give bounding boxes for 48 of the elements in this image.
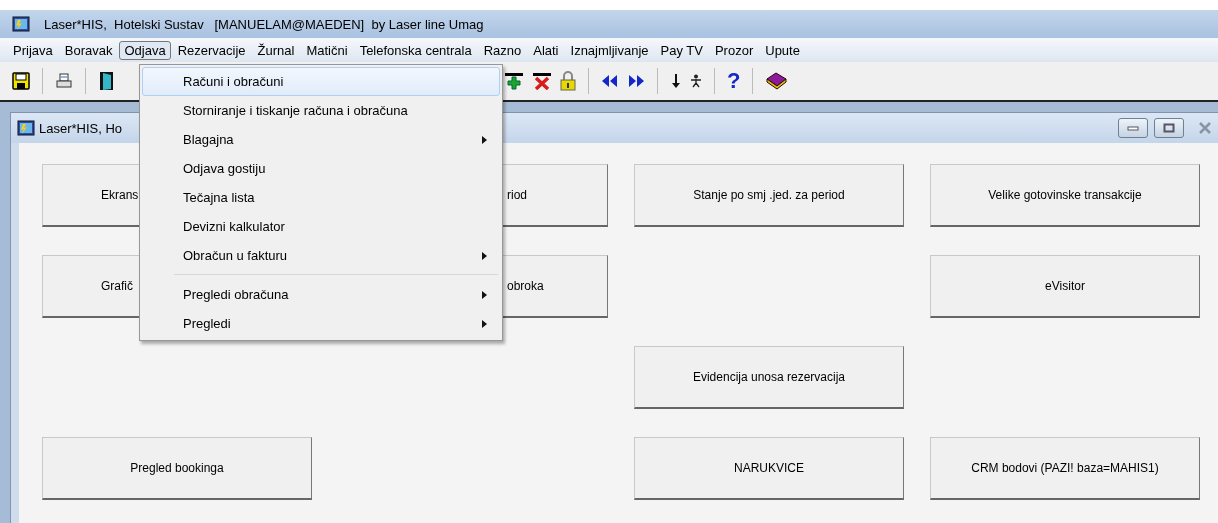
form-button[interactable]: Velike gotovinske transakcije <box>930 164 1200 227</box>
menu-item[interactable]: Telefonska centrala <box>354 40 477 60</box>
form-button[interactable]: Pregled bookinga <box>42 437 312 500</box>
app-icon <box>17 120 35 136</box>
help-button[interactable]: ? <box>727 70 741 92</box>
form-button[interactable]: NARUKVICE <box>634 437 904 500</box>
menu-item[interactable]: Prozor <box>709 40 759 60</box>
menu-item[interactable]: Razno <box>478 40 527 60</box>
form-button[interactable]: Stanje po smj .jed. za period <box>634 164 904 227</box>
form-button[interactable]: Evidencija unosa rezervacija <box>634 346 904 409</box>
figure-icon[interactable] <box>690 74 702 88</box>
delete-icon[interactable] <box>532 72 552 90</box>
printer-icon[interactable] <box>55 73 73 89</box>
rewind-icon[interactable] <box>601 75 619 87</box>
menu-item[interactable]: Tečajna lista <box>142 183 500 212</box>
lock-icon[interactable] <box>560 71 576 91</box>
window-title: Laser*HIS, Hotelski Sustav [MANUELAM@MAEDEN] by Laser line Umag <box>44 16 484 32</box>
menu-item[interactable]: Računi i obračuni <box>142 67 500 96</box>
app-icon <box>12 16 30 32</box>
menu-item[interactable]: Storniranje i tiskanje računa i obračuna <box>142 96 500 125</box>
menu-item[interactable]: Odjava gostiju <box>142 154 500 183</box>
menu-item[interactable]: Devizni kalkulator <box>142 212 500 241</box>
window-title: Laser*HIS, Ho <box>39 120 123 136</box>
fast-forward-icon[interactable] <box>627 75 645 87</box>
menu-item[interactable]: Matični <box>301 40 353 60</box>
menu-item[interactable]: Rezervacije <box>172 40 251 60</box>
maximize-button[interactable] <box>1154 118 1184 138</box>
menu-item[interactable]: Prijava <box>8 40 58 60</box>
maximize-icon <box>1163 123 1175 133</box>
menu-item[interactable]: Iznajmljivanje <box>565 40 654 60</box>
minimize-button[interactable] <box>1118 118 1148 138</box>
book-icon[interactable] <box>765 72 788 90</box>
form-button[interactable]: eVisitor <box>930 255 1200 318</box>
menu-item[interactable]: Žurnal <box>252 40 300 60</box>
minimize-icon <box>1127 125 1139 131</box>
menu-item[interactable]: Alati <box>528 40 564 60</box>
menu-item[interactable]: Boravak <box>59 40 118 60</box>
menu-item[interactable]: Pay TV <box>655 40 708 60</box>
menu-item[interactable]: Pregledi obračuna <box>142 280 500 309</box>
menu-item[interactable]: Pregledi <box>142 309 500 338</box>
form-button[interactable]: CRM bodovi (PAZI! baza=MAHIS1) <box>930 437 1200 500</box>
menu-item[interactable]: Upute <box>760 40 805 60</box>
menu-item[interactable]: Obračun u fakturu <box>142 241 500 270</box>
plus-icon[interactable] <box>504 72 524 90</box>
door-icon[interactable] <box>98 71 116 91</box>
down-arrow-icon[interactable] <box>670 73 682 89</box>
menu-item[interactable]: Blagajna <box>142 125 500 154</box>
menu-item[interactable]: Odjava <box>119 40 171 60</box>
